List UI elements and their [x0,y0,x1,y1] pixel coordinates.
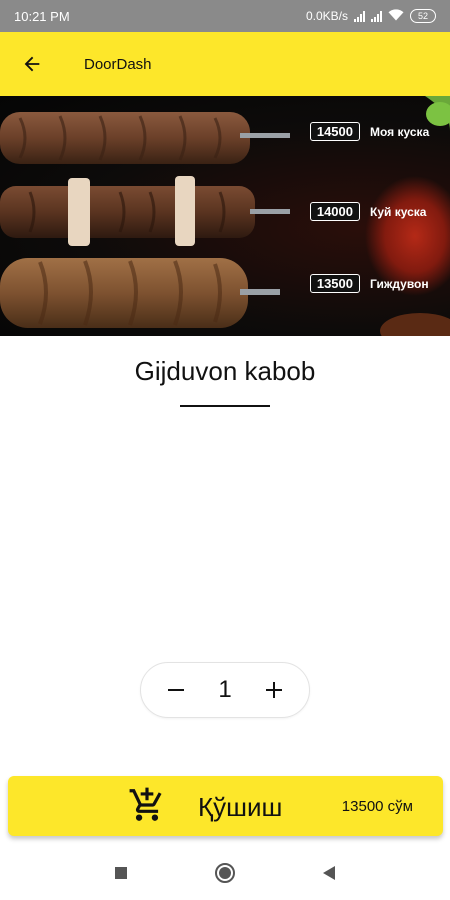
home-button[interactable] [210,858,240,888]
battery-level: 52 [417,11,428,21]
status-bar: 10:21 PM 0.0KB/s 52 [0,0,450,32]
hero-price: 14000 [309,202,360,221]
home-circle-icon [215,862,235,883]
recents-square-icon [115,866,127,879]
title-divider [180,405,270,407]
system-nav-bar [0,845,450,900]
product-title: Gijduvon kabob [134,356,316,386]
hero-price: 14500 [309,122,360,141]
hero-item-name: Куй куска [370,204,427,219]
add-to-cart-button[interactable]: Қўшиш 13500 сўм [8,776,443,836]
minus-icon [168,689,184,691]
battery-icon: 52 [410,9,436,23]
hero-item-name: Моя куска [370,124,430,139]
status-time: 10:21 PM [14,8,70,24]
back-triangle-icon [323,865,335,880]
product-image: 14500 Моя куска 14000 Куй куска 13500 Ги… [0,96,450,336]
status-indicators: 0.0KB/s 52 [305,8,436,24]
net-speed: 0.0KB/s [305,9,348,23]
hero-price: 13500 [309,274,360,293]
back-button[interactable] [0,32,64,96]
plus-icon [265,682,282,698]
increase-button[interactable] [259,675,289,705]
hero-item: 13500 Гиждувон [309,274,434,293]
signal-icon [354,10,365,22]
add-button-label: Қўшиш [198,792,283,822]
app-title: DoorDash [84,55,152,73]
quantity-value: 1 [218,676,232,703]
hero-item-name: Гиждувон [370,276,429,291]
arrow-left-icon [24,56,40,72]
add-button-price: 13500 сўм [341,798,413,815]
signal-icon [371,10,382,22]
hero-item: 14000 Куй куска [309,202,434,221]
recents-button[interactable] [106,858,136,888]
decrease-button[interactable] [161,675,191,705]
wifi-icon [388,8,404,24]
app-bar: DoorDash [0,32,450,96]
system-back-button[interactable] [314,858,344,888]
add-shopping-cart-icon [129,787,162,821]
hero-item: 14500 Моя куска [309,122,434,141]
quantity-stepper: 1 [140,662,310,718]
